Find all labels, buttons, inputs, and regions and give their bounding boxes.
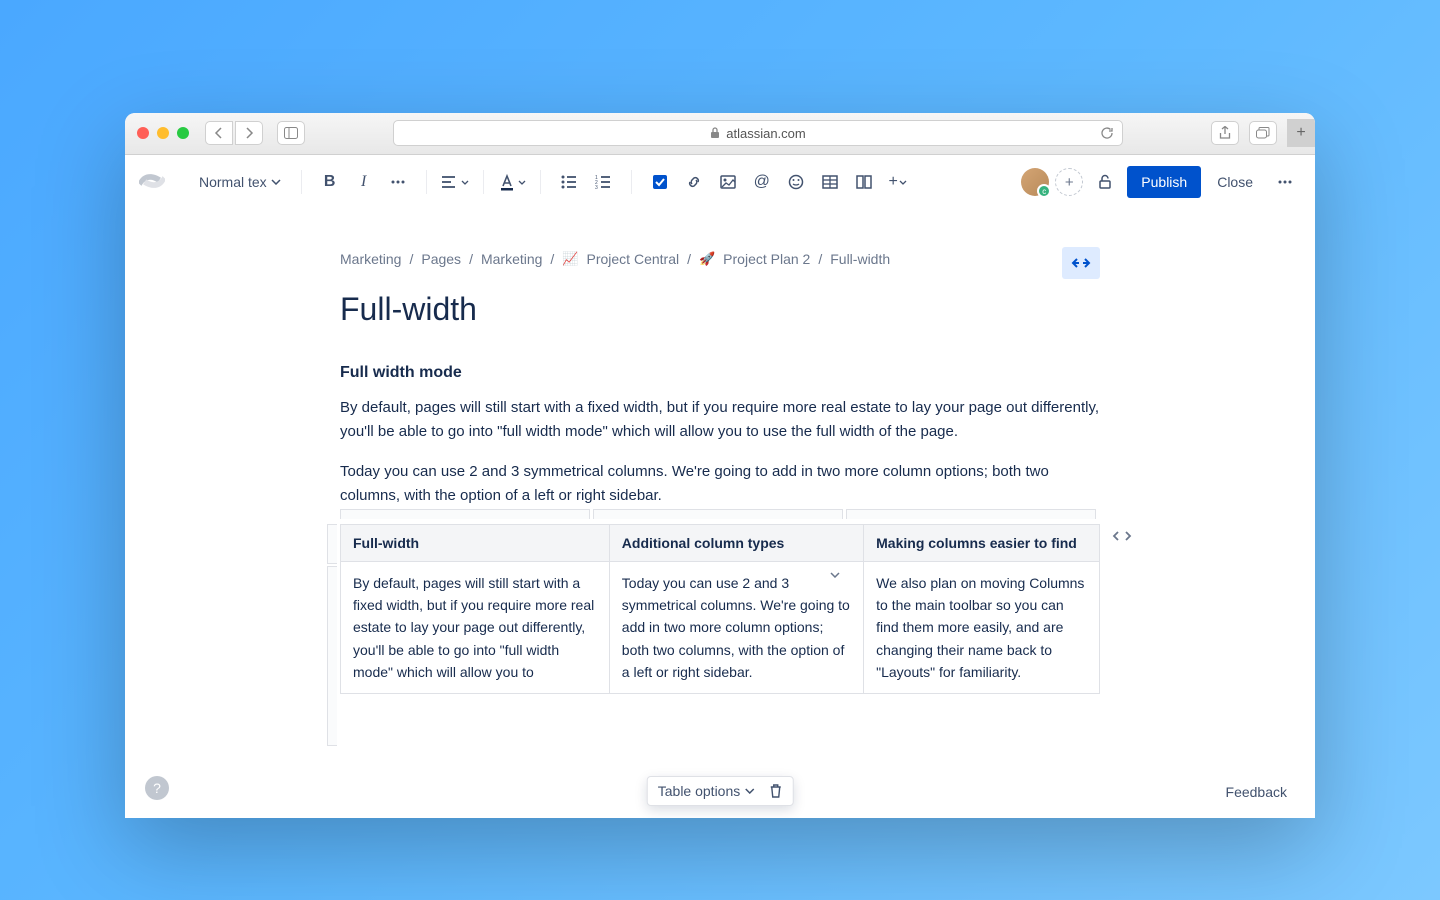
alignment-button[interactable]	[439, 166, 471, 198]
breadcrumb-item[interactable]: Project Central	[587, 251, 680, 267]
help-button[interactable]: ?	[145, 776, 169, 800]
browser-right-actions: +	[1211, 120, 1303, 147]
table-row-handle[interactable]	[327, 524, 337, 564]
table-options-button[interactable]: Table options	[658, 783, 755, 799]
breadcrumb-separator: /	[687, 251, 691, 267]
table-floating-toolbar: Table options	[647, 776, 794, 806]
table-header-row: Full-width Additional column types Makin…	[341, 524, 1100, 561]
confluence-logo-icon	[139, 168, 167, 196]
table-options-label: Table options	[658, 783, 741, 799]
share-button[interactable]	[1211, 121, 1239, 145]
chevron-down-icon	[271, 179, 281, 185]
breadcrumb-item-current[interactable]: Full-width	[830, 251, 890, 267]
svg-text:3: 3	[595, 185, 598, 189]
mention-button[interactable]: @	[746, 166, 778, 198]
address-bar-text: atlassian.com	[726, 126, 805, 141]
toolbar-separator	[540, 170, 541, 194]
italic-button[interactable]: I	[348, 166, 380, 198]
table-header-cell[interactable]: Full-width	[341, 524, 610, 561]
publish-button[interactable]: Publish	[1127, 166, 1201, 198]
table-header-cell[interactable]: Making columns easier to find	[864, 524, 1100, 561]
breadcrumb: Marketing / Pages / Marketing / 📈 Projec…	[340, 251, 1100, 267]
content-table[interactable]: Full-width Additional column types Makin…	[340, 524, 1100, 695]
table-header-cell[interactable]: Additional column types	[609, 524, 863, 561]
back-button[interactable]	[205, 121, 233, 145]
rocket-icon: 🚀	[699, 251, 715, 267]
window-maximize-button[interactable]	[177, 127, 189, 139]
breadcrumb-item[interactable]: Marketing	[340, 251, 401, 267]
text-style-select[interactable]: Normal tex	[191, 168, 289, 196]
forward-button[interactable]	[235, 121, 263, 145]
table-column-handle[interactable]	[846, 509, 1096, 519]
table-width-handle[interactable]	[1112, 530, 1132, 542]
breadcrumb-separator: /	[469, 251, 473, 267]
app-content: Normal tex B I	[125, 155, 1315, 818]
delete-table-button[interactable]	[768, 783, 782, 799]
address-bar[interactable]: atlassian.com	[393, 120, 1123, 146]
breadcrumb-separator: /	[818, 251, 822, 267]
emoji-button[interactable]	[780, 166, 812, 198]
table-row: By default, pages will still start with …	[341, 561, 1100, 694]
invite-button[interactable]: +	[1055, 168, 1083, 196]
bold-button[interactable]: B	[314, 166, 346, 198]
reload-button[interactable]	[1100, 126, 1114, 140]
text-color-button[interactable]	[496, 166, 528, 198]
breadcrumb-separator: /	[550, 251, 554, 267]
link-button[interactable]	[678, 166, 710, 198]
section-heading[interactable]: Full width mode	[340, 364, 1100, 382]
chart-icon: 📈	[562, 251, 578, 267]
breadcrumb-item[interactable]: Project Plan 2	[723, 251, 810, 267]
table-button[interactable]	[814, 166, 846, 198]
browser-window: atlassian.com + Normal tex	[125, 113, 1315, 818]
table-column-handle[interactable]	[340, 509, 590, 519]
toolbar-separator	[631, 170, 632, 194]
image-button[interactable]	[712, 166, 744, 198]
full-width-toggle[interactable]	[1062, 247, 1100, 279]
breadcrumb-item[interactable]: Marketing	[481, 251, 542, 267]
table-column-handle[interactable]	[593, 509, 843, 519]
body-paragraph[interactable]: Today you can use 2 and 3 symmetrical co…	[340, 460, 1100, 508]
more-actions-button[interactable]	[1269, 166, 1301, 198]
toolbar-separator	[426, 170, 427, 194]
editor-area: Marketing / Pages / Marketing / 📈 Projec…	[125, 211, 1315, 818]
feedback-link[interactable]: Feedback	[1226, 784, 1287, 800]
table-cell[interactable]: Today you can use 2 and 3 symmetrical co…	[609, 561, 863, 694]
nav-buttons	[205, 121, 263, 145]
toolbar-separator	[483, 170, 484, 194]
sidebar-toggle-button[interactable]	[277, 121, 305, 145]
presence-badge: c	[1037, 184, 1051, 198]
window-minimize-button[interactable]	[157, 127, 169, 139]
insert-more-button[interactable]: +	[882, 166, 914, 198]
more-formatting-button[interactable]	[382, 166, 414, 198]
layouts-button[interactable]	[848, 166, 880, 198]
numbered-list-button[interactable]: 123	[587, 166, 619, 198]
collaborator-avatar[interactable]: c	[1021, 168, 1049, 196]
page-title[interactable]: Full-width	[340, 291, 1100, 328]
restrictions-button[interactable]	[1089, 166, 1121, 198]
new-tab-button[interactable]: +	[1287, 119, 1315, 147]
tabs-button[interactable]	[1249, 121, 1277, 145]
toolbar-separator	[301, 170, 302, 194]
breadcrumb-item[interactable]: Pages	[421, 251, 461, 267]
action-item-button[interactable]	[644, 166, 676, 198]
table-cell[interactable]: By default, pages will still start with …	[341, 561, 610, 694]
breadcrumb-separator: /	[409, 251, 413, 267]
bullet-list-button[interactable]	[553, 166, 585, 198]
editor-toolbar: Normal tex B I	[125, 155, 1315, 211]
table-cell[interactable]: We also plan on moving Columns to the ma…	[864, 561, 1100, 694]
body-paragraph[interactable]: By default, pages will still start with …	[340, 396, 1100, 444]
window-close-button[interactable]	[137, 127, 149, 139]
traffic-lights	[137, 127, 189, 139]
close-button[interactable]: Close	[1207, 166, 1263, 198]
table-row-handle[interactable]	[327, 566, 337, 746]
lock-icon	[710, 127, 720, 139]
text-style-label: Normal tex	[199, 174, 267, 190]
browser-chrome: atlassian.com +	[125, 113, 1315, 155]
